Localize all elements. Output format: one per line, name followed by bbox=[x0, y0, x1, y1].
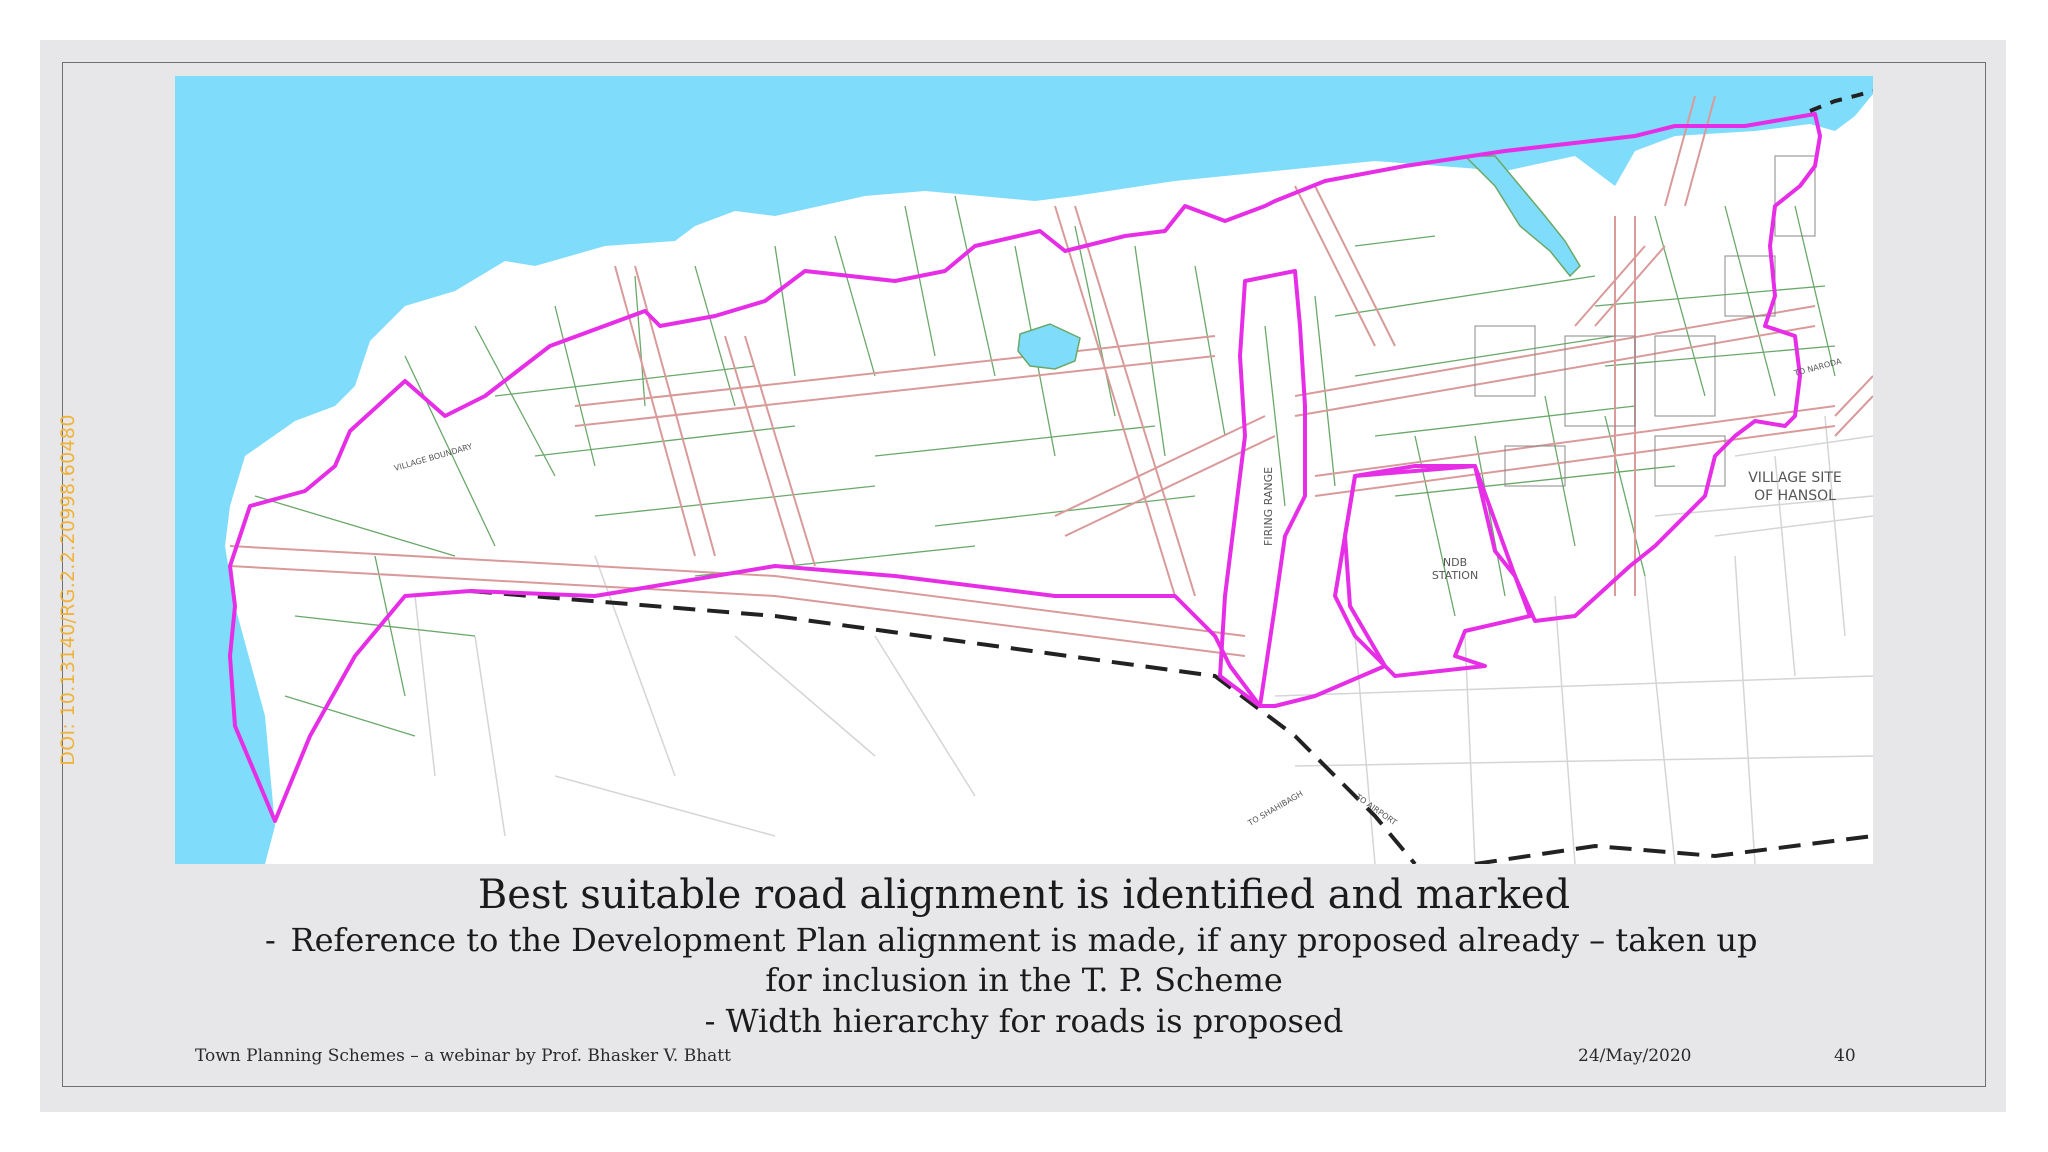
bullet-1: - Reference to the Development Plan alig… bbox=[175, 920, 1873, 960]
hansol-label: OF HANSOL bbox=[1754, 488, 1836, 504]
bullet-2: - Width hierarchy for roads is proposed bbox=[704, 1002, 1344, 1040]
page-number: 40 bbox=[1834, 1046, 1856, 1066]
slide-heading: Best suitable road alignment is identifi… bbox=[477, 872, 1571, 918]
footer-title: Town Planning Schemes – a webinar by Pro… bbox=[195, 1046, 731, 1066]
town-planning-map: VILLAGE SITE OF HANSOL NDB STATION FIRIN… bbox=[175, 76, 1873, 864]
ndb-label: NDB bbox=[1443, 556, 1467, 569]
firing-range-label: FIRING RANGE bbox=[1262, 467, 1275, 546]
bullet-1-text: Reference to the Development Plan alignm… bbox=[290, 921, 1758, 959]
bullet-1-continuation: for inclusion in the T. P. Scheme bbox=[765, 961, 1283, 999]
station-label: STATION bbox=[1432, 569, 1478, 582]
village-site-label: VILLAGE SITE bbox=[1748, 470, 1842, 486]
bullet-1-dash: - bbox=[265, 921, 276, 959]
doi-watermark: DOI: 10.13140/RG.2.2.20998.60480 bbox=[57, 414, 79, 766]
footer-date: 24/May/2020 bbox=[1578, 1046, 1692, 1066]
